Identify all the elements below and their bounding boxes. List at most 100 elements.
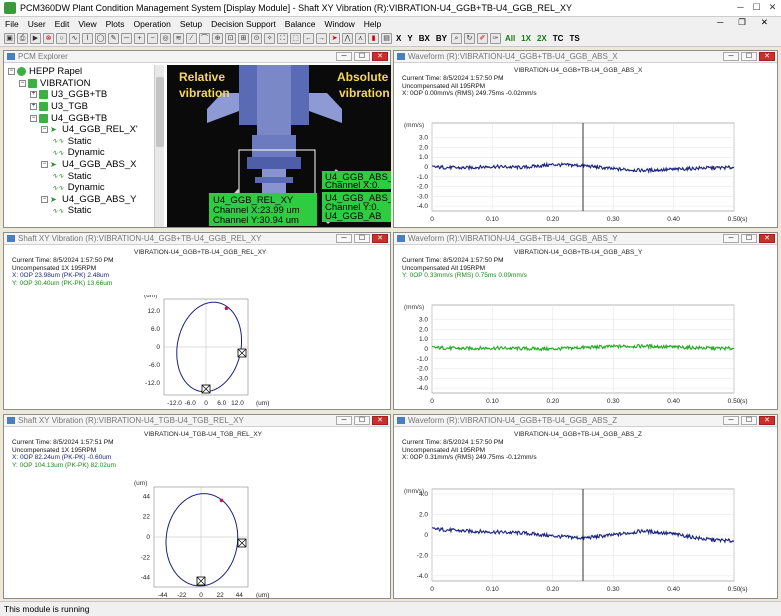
mdi-minimize-icon[interactable]: ─	[717, 17, 723, 28]
forward-icon[interactable]: →	[316, 33, 327, 44]
marker-icon[interactable]: ✐	[476, 33, 488, 44]
tree-item[interactable]: − VIBRATION	[8, 78, 158, 90]
toolbar-2x[interactable]: 2X	[537, 34, 547, 43]
close-icon[interactable]: ✕	[759, 416, 775, 425]
close-icon[interactable]: ✕	[766, 2, 779, 14]
print-icon[interactable]: ⎙	[17, 33, 28, 44]
toolbar-1x[interactable]: 1X	[521, 34, 531, 43]
close-icon[interactable]: ✕	[372, 52, 388, 61]
compass-icon[interactable]: ✧	[264, 33, 275, 44]
toolbar-by[interactable]: BY	[436, 34, 447, 43]
expand-toggle-icon[interactable]: −	[41, 126, 48, 134]
close-icon[interactable]: ✕	[372, 234, 388, 243]
minimize-icon[interactable]: ─	[723, 416, 739, 425]
expand-toggle-icon[interactable]: −	[41, 161, 48, 169]
expand-toggle-icon[interactable]: +	[30, 91, 37, 99]
expand-toggle-icon[interactable]: −	[19, 79, 26, 87]
shaft-xy-tgb-chart[interactable]: (um) 44 22 0 -22 -44 -44 -22 0 22 44 (um)	[4, 477, 390, 599]
maximize-icon[interactable]: ☐	[354, 52, 370, 61]
maximize-icon[interactable]: ☐	[354, 234, 370, 243]
scrollbar-thumb[interactable]	[156, 77, 164, 147]
menu-setup[interactable]: Setup	[180, 19, 202, 29]
probe-icon[interactable]: ✑	[489, 33, 501, 44]
tree-item[interactable]: − ➤ U4_GGB_ABS_X	[8, 159, 158, 171]
harmonic-icon[interactable]: ⋏	[355, 33, 366, 44]
save-icon[interactable]: ▣	[4, 33, 15, 44]
toolbar-x[interactable]: X	[396, 34, 401, 43]
frame-icon[interactable]: ⊡	[225, 33, 236, 44]
shaft-icon[interactable]: ⊕	[212, 33, 223, 44]
expand-toggle-icon[interactable]: −	[41, 195, 48, 203]
bar-chart-icon[interactable]: ▮	[368, 33, 379, 44]
minimize-icon[interactable]: ─	[734, 2, 747, 14]
menu-edit[interactable]: Edit	[55, 19, 70, 29]
target-icon[interactable]: ⊙	[251, 33, 262, 44]
back-icon[interactable]: ←	[303, 33, 314, 44]
bode-icon[interactable]: ⌒	[199, 33, 210, 44]
expand-toggle-icon[interactable]: −	[8, 68, 15, 76]
tree-item[interactable]: ∿∿ Dynamic	[8, 147, 158, 159]
minimize-icon[interactable]: ─	[723, 52, 739, 61]
trend-icon[interactable]: ⁄	[186, 33, 197, 44]
minimize-icon[interactable]: ─	[336, 52, 352, 61]
menu-window[interactable]: Window	[325, 19, 355, 29]
tree-item[interactable]: + U3_GGB+TB	[8, 89, 158, 101]
stop-icon[interactable]: ⊗	[43, 33, 54, 44]
toolbar-tc[interactable]: TC	[553, 34, 564, 43]
select-icon[interactable]: ⬚	[290, 33, 301, 44]
toolbar-ts[interactable]: TS	[569, 34, 579, 43]
menu-file[interactable]: File	[5, 19, 19, 29]
toolbar-y[interactable]: Y	[407, 34, 412, 43]
line-icon[interactable]: ─	[121, 33, 132, 44]
grid-icon[interactable]: ⊞	[238, 33, 249, 44]
orbit-icon[interactable]: ◯	[95, 33, 106, 44]
toolbar-all[interactable]: All	[505, 34, 515, 43]
zoom-icon[interactable]: ⌕	[450, 33, 462, 44]
maximize-icon[interactable]: ☐	[741, 416, 757, 425]
menu-help[interactable]: Help	[364, 19, 381, 29]
minimize-icon[interactable]: ─	[723, 234, 739, 243]
play-icon[interactable]: ▶	[30, 33, 41, 44]
tree-scrollbar[interactable]	[154, 65, 164, 227]
cascade-icon[interactable]: ≋	[173, 33, 184, 44]
tree-item[interactable]: + U3_TGB	[8, 101, 158, 113]
minimize-icon[interactable]: ─	[336, 416, 352, 425]
menu-decision-support[interactable]: Decision Support	[211, 19, 276, 29]
peak-icon[interactable]: ⋀	[342, 33, 353, 44]
close-icon[interactable]: ✕	[759, 234, 775, 243]
polar-icon[interactable]: ◎	[160, 33, 171, 44]
record-icon[interactable]: ○	[56, 33, 67, 44]
pen-icon[interactable]: ✎	[108, 33, 119, 44]
menu-plots[interactable]: Plots	[106, 19, 125, 29]
toolbar-bx[interactable]: BX	[419, 34, 430, 43]
mdi-restore-icon[interactable]: ❐	[738, 17, 746, 28]
minus-icon[interactable]: −	[147, 33, 158, 44]
menu-view[interactable]: View	[78, 19, 96, 29]
tree-item[interactable]: − U4_GGB+TB	[8, 112, 158, 124]
tree-item[interactable]: ∿∿ Static	[8, 170, 158, 182]
tree-item[interactable]: − ➤ U4_GGB_REL_X'	[8, 124, 158, 136]
maximize-icon[interactable]: ☐	[741, 234, 757, 243]
minimize-icon[interactable]: ─	[336, 234, 352, 243]
close-icon[interactable]: ✕	[372, 416, 388, 425]
maximize-icon[interactable]: ☐	[750, 2, 763, 14]
close-icon[interactable]: ✕	[759, 52, 775, 61]
expand-toggle-icon[interactable]: +	[30, 103, 37, 111]
spectrum-icon[interactable]: ⌇	[82, 33, 93, 44]
mdi-close-icon[interactable]: ✕	[761, 17, 768, 28]
table-icon[interactable]: ▤	[381, 33, 392, 44]
maximize-icon[interactable]: ☐	[354, 416, 370, 425]
tree-item[interactable]: − ➤ U4_GGB_ABS_Y	[8, 194, 158, 206]
wave-icon[interactable]: ∿	[69, 33, 80, 44]
tree-item[interactable]: − HEPP Rapel	[8, 66, 158, 78]
shaft-xy-ggb-chart[interactable]: (um)12.06.00-6.0-12.0-12.0 -6.0 0 6.0 12.0 (u…	[4, 295, 390, 410]
expand-toggle-icon[interactable]: −	[30, 114, 37, 122]
tree-item[interactable]: ∿∿ Static	[8, 205, 158, 217]
menu-user[interactable]: User	[28, 19, 46, 29]
tree-item[interactable]: ∿∿ Dynamic	[8, 182, 158, 194]
plus-icon[interactable]: +	[134, 33, 145, 44]
waveform-abs-z-chart[interactable]: (mm/s)4.02.00-2.0-4.00 0.10 0.20 0.30 0.40 0.…	[394, 467, 777, 599]
menu-operation[interactable]: Operation	[134, 19, 171, 29]
waveform-abs-x-chart[interactable]: (mm/s)3.02.01.00-1.0-2.0-3.0-4.00 0.10 0.2…	[394, 103, 777, 228]
maximize-icon[interactable]: ☐	[741, 52, 757, 61]
